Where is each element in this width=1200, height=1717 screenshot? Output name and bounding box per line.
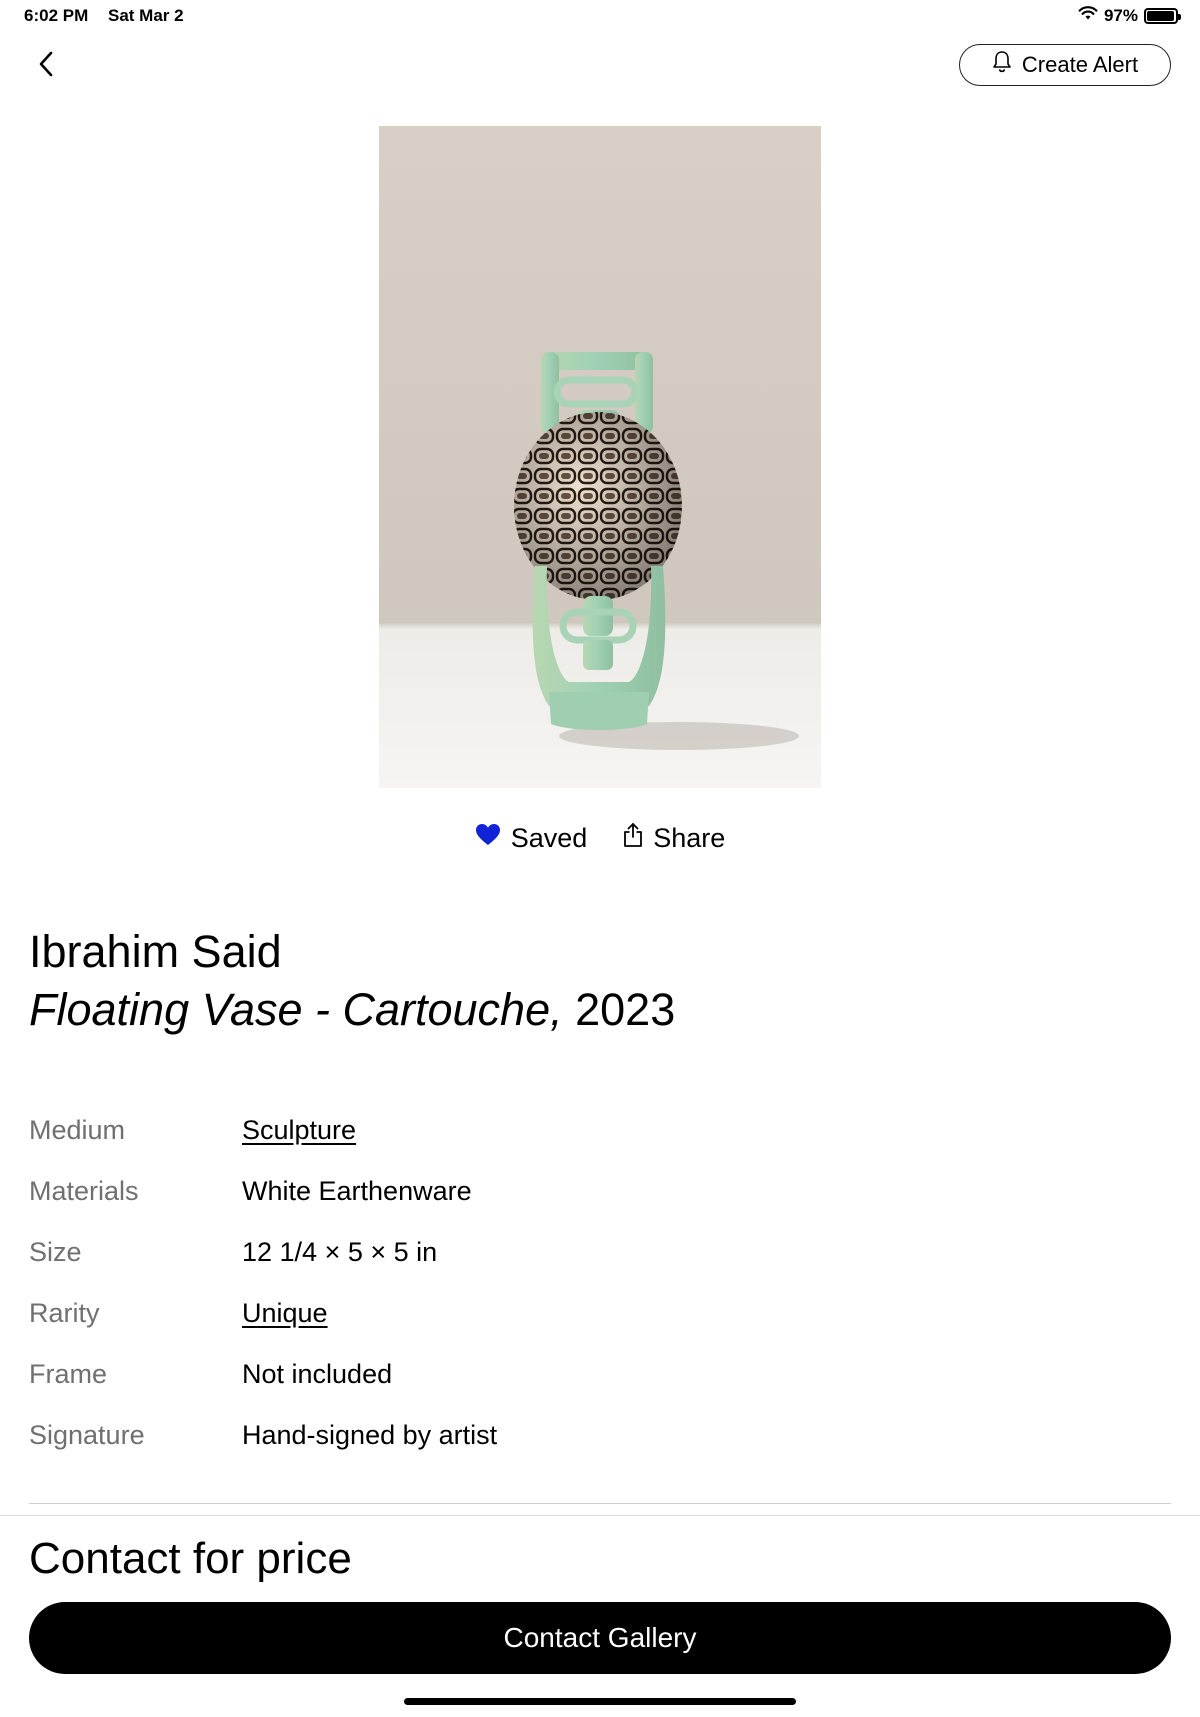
footer-divider: [0, 1515, 1200, 1516]
saved-label: Saved: [510, 823, 588, 853]
battery-icon: [1144, 7, 1181, 24]
materials-value: White Earthenware: [242, 1176, 472, 1206]
status-indicators: 97%: [1078, 5, 1181, 26]
divider: [29, 1503, 1171, 1504]
artwork-actions: Saved Share: [0, 822, 1200, 855]
price-label: Contact for price: [29, 1534, 352, 1583]
detail-label: Rarity: [29, 1298, 100, 1328]
detail-label: Size: [29, 1237, 82, 1267]
signature-value: Hand-signed by artist: [242, 1420, 498, 1450]
bell-icon: [992, 50, 1012, 80]
detail-row-rarity: Rarity Unique: [29, 1283, 1171, 1344]
detail-row-size: Size 12 1/4 × 5 × 5 in: [29, 1222, 1171, 1283]
artwork-image[interactable]: [379, 126, 821, 788]
rarity-link[interactable]: Unique: [242, 1298, 328, 1329]
heart-icon: [475, 823, 501, 854]
size-value: 12 1/4 × 5 × 5 in: [242, 1237, 438, 1267]
artwork-title: Floating Vase - Cartouche,: [29, 984, 563, 1035]
status-time: 6:02 PM: [24, 6, 89, 25]
contact-gallery-label: Contact Gallery: [503, 1622, 697, 1653]
detail-row-signature: Signature Hand-signed by artist: [29, 1405, 1171, 1466]
wifi-icon: [1078, 5, 1098, 26]
home-indicator[interactable]: [404, 1698, 796, 1705]
share-label: Share: [653, 823, 726, 853]
vase-artwork: [514, 352, 799, 750]
back-button[interactable]: [28, 46, 64, 86]
create-alert-label: Create Alert: [1021, 52, 1139, 77]
detail-row-materials: Materials White Earthenware: [29, 1161, 1171, 1222]
create-alert-button[interactable]: Create Alert: [959, 44, 1171, 86]
artwork-title-line: Floating Vase - Cartouche, 2023: [29, 984, 675, 1036]
detail-row-medium: Medium Sculpture: [29, 1100, 1171, 1161]
share-icon: [623, 822, 643, 855]
chevron-left-icon: [37, 50, 55, 83]
detail-label: Frame: [29, 1359, 108, 1389]
status-date: Sat Mar 2: [108, 6, 184, 25]
share-button[interactable]: Share: [623, 822, 725, 855]
artist-name[interactable]: Ibrahim Said: [29, 926, 282, 978]
artwork-details: Medium Sculpture Materials White Earthen…: [29, 1100, 1171, 1466]
battery-percent: 97%: [1103, 5, 1138, 25]
frame-value: Not included: [242, 1359, 393, 1389]
detail-label: Signature: [29, 1420, 145, 1450]
artwork-year: 2023: [575, 984, 676, 1035]
saved-button[interactable]: Saved: [475, 822, 588, 855]
detail-label: Medium: [29, 1115, 126, 1145]
detail-label: Materials: [29, 1176, 139, 1206]
detail-row-frame: Frame Not included: [29, 1344, 1171, 1405]
medium-link[interactable]: Sculpture: [242, 1115, 356, 1146]
contact-gallery-button[interactable]: Contact Gallery: [29, 1602, 1171, 1674]
